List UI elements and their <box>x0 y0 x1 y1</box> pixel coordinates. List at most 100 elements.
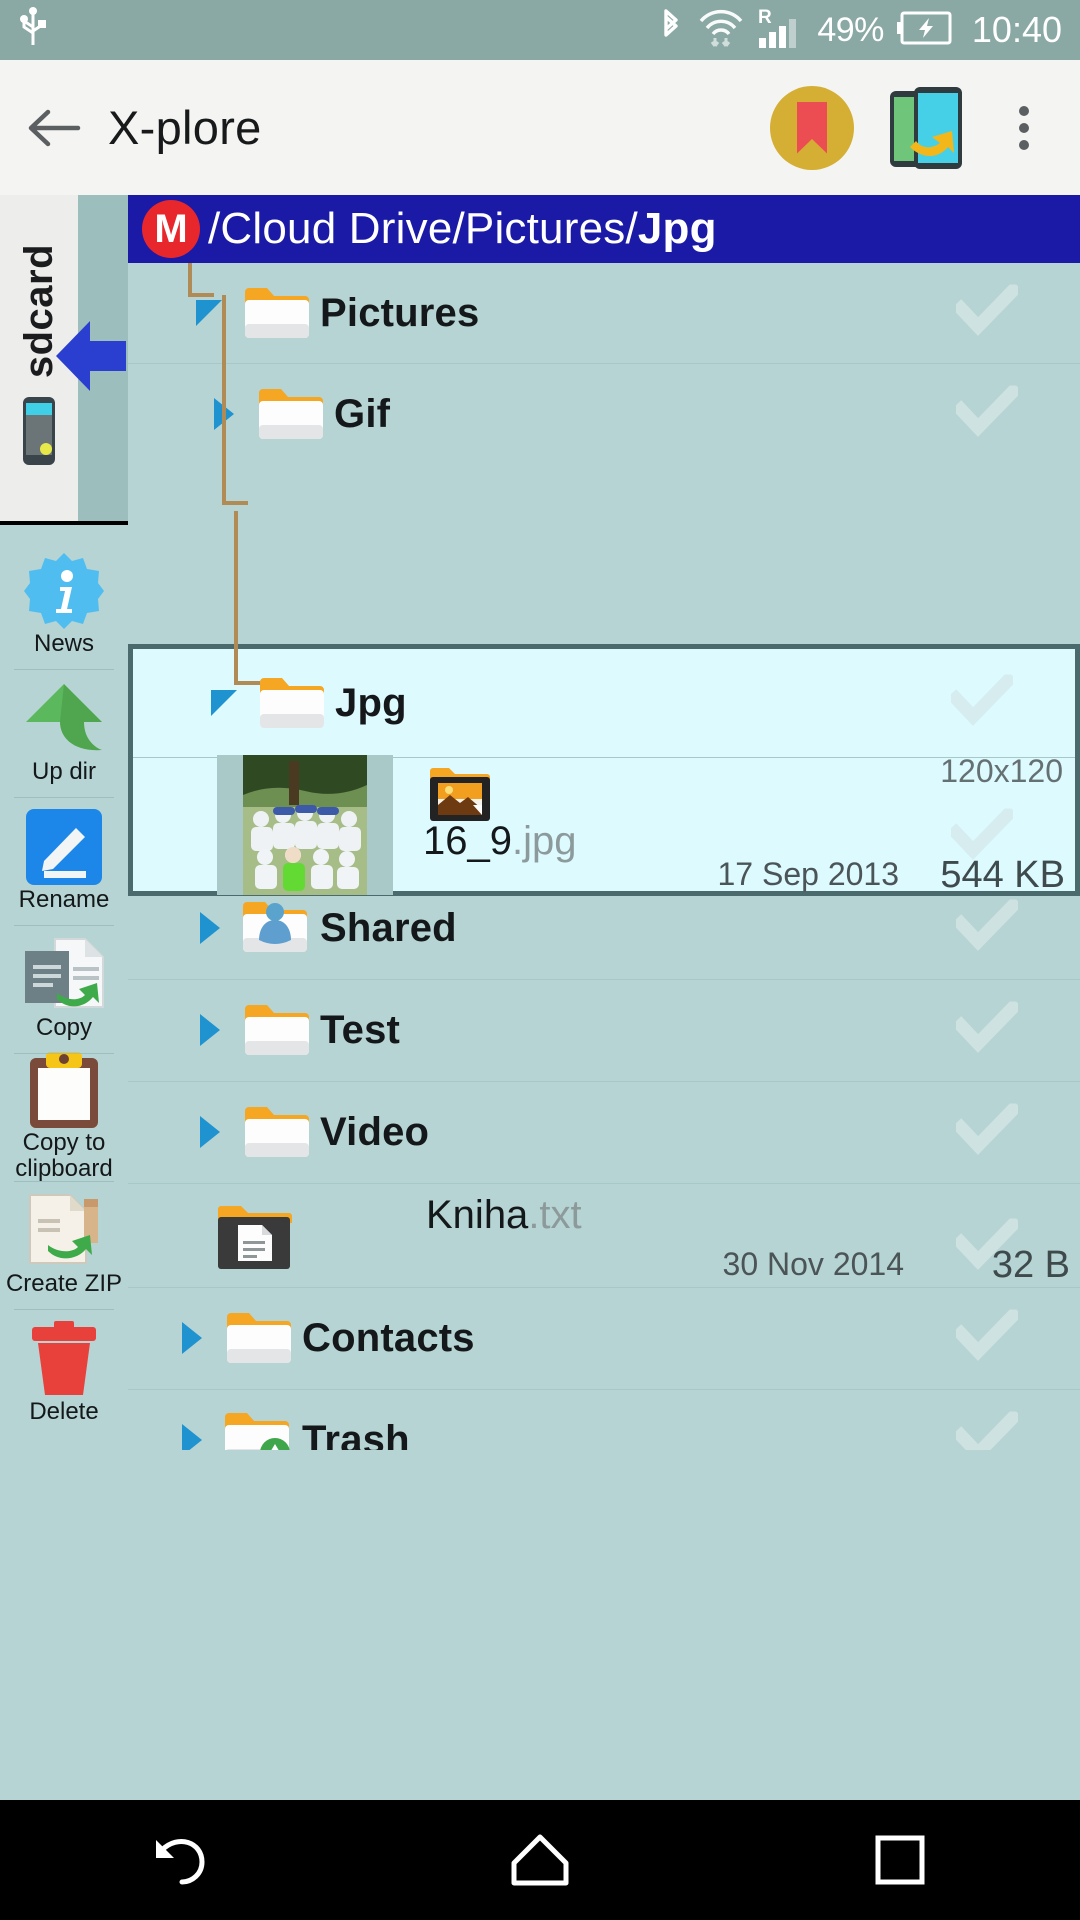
tool-news[interactable]: News <box>0 541 128 669</box>
list-item[interactable]: Gif <box>128 363 1080 465</box>
tool-label: Create ZIP <box>5 1270 123 1297</box>
list-item-label: Test <box>320 1007 401 1052</box>
expand-triangle-icon[interactable] <box>184 1111 234 1153</box>
cellular-signal-icon: R <box>758 6 804 55</box>
app-screen: R 49% 10:40 X-plore sdcard News Up dir R… <box>0 0 1080 1920</box>
list-item[interactable]: Contacts <box>128 1287 1080 1389</box>
bluetooth-icon <box>658 7 684 54</box>
tool-copy-to-clipboard[interactable]: Copy to clipboard <box>0 1052 128 1182</box>
blue-left-arrow-icon <box>56 313 126 399</box>
nav-back-icon <box>156 1839 205 1885</box>
expand-triangle-icon[interactable] <box>184 907 234 949</box>
checkmark-icon[interactable] <box>951 1100 1023 1161</box>
tool-delete[interactable]: Delete <box>0 1309 128 1437</box>
tool-label: Copy to clipboard <box>15 1129 113 1182</box>
clipboard-icon <box>28 1052 100 1128</box>
list-item[interactable]: Test <box>128 979 1080 1081</box>
back-arrow-icon <box>28 109 81 146</box>
breadcrumb-prefix: /Cloud Drive/Pictures/ <box>208 204 638 253</box>
svg-text:R: R <box>758 7 772 28</box>
folder-icon <box>248 385 334 443</box>
checkmark-icon[interactable] <box>951 382 1023 443</box>
list-item[interactable]: 16_9.jpg 120x120 17 Sep 2013 544 KB <box>133 753 1075 896</box>
tool-sidebar: News Up dir Rename Copy Copy to clipboar… <box>0 529 128 1450</box>
wifi-icon <box>697 7 745 54</box>
nav-back-button[interactable] <box>120 1800 240 1920</box>
file-size-label: 32 B <box>991 1244 1070 1286</box>
folder-icon <box>216 1309 302 1367</box>
list-item[interactable]: Video <box>128 1081 1080 1183</box>
file-basename: 16_9 <box>423 819 512 863</box>
app-bar: X-plore <box>0 60 1080 195</box>
text-file-icon <box>216 1197 292 1273</box>
expand-triangle-icon[interactable] <box>184 1009 234 1051</box>
group-photo-thumb <box>243 755 367 895</box>
expand-triangle-icon[interactable] <box>166 1419 216 1450</box>
list-item-label: Shared <box>320 905 457 950</box>
list-item[interactable]: Pictures <box>128 263 1080 363</box>
battery-charging-icon <box>896 11 953 50</box>
clock-label: 10:40 <box>971 9 1062 50</box>
checkmark-icon[interactable] <box>951 1306 1023 1367</box>
tool-label: Up dir <box>31 758 97 785</box>
tool-up-dir[interactable]: Up dir <box>0 669 128 797</box>
folder-icon <box>234 1103 320 1161</box>
list-item-label: Pictures <box>320 290 480 335</box>
file-basename: Kniha <box>426 1193 529 1237</box>
status-bar: R 49% 10:40 <box>0 0 1080 60</box>
left-pane: sdcard News Up dir Rename Copy Copy to c… <box>0 195 128 1450</box>
tool-copy[interactable]: Copy <box>0 925 128 1053</box>
breadcrumb: /Cloud Drive/Pictures/Jpg <box>208 204 717 254</box>
list-item[interactable]: Jpg <box>133 649 1075 757</box>
file-extension: .jpg <box>511 819 577 863</box>
list-item[interactable]: Kniha.txt 30 Nov 2014 32 B <box>128 1183 1080 1287</box>
path-bar[interactable]: M /Cloud Drive/Pictures/Jpg <box>128 195 1080 263</box>
breadcrumb-current: Jpg <box>637 204 717 253</box>
file-date-label: 30 Nov 2014 <box>722 1246 904 1282</box>
list-item-label: Gif <box>334 391 391 436</box>
sdcard-tab-label: sdcard <box>16 244 61 379</box>
nav-recents-icon <box>875 1835 925 1885</box>
trash-bin-icon <box>28 1321 100 1397</box>
back-button[interactable] <box>0 105 108 151</box>
checkmark-icon[interactable] <box>951 1408 1023 1450</box>
overflow-menu-icon[interactable] <box>994 105 1054 150</box>
list-item-label: Jpg <box>335 680 407 725</box>
checkmark-icon[interactable] <box>951 281 1023 342</box>
system-nav-bar <box>0 1800 1080 1920</box>
file-name-label: 16_9.jpg <box>423 819 576 864</box>
phone-icon <box>21 395 57 472</box>
device-transfer-icon[interactable] <box>888 85 962 171</box>
file-dimensions-label: 120x120 <box>940 753 1063 789</box>
folder-icon <box>234 1001 320 1059</box>
list-item-label: Video <box>320 1109 430 1154</box>
checkmark-icon[interactable] <box>951 896 1023 957</box>
page-title: X-plore <box>108 101 262 154</box>
mega-logo-letter: M <box>154 207 188 251</box>
file-list-pane: M /Cloud Drive/Pictures/Jpg Pictures Gif… <box>128 195 1080 1450</box>
nav-recents-button[interactable] <box>840 1800 960 1920</box>
tool-create-zip[interactable]: Create ZIP <box>0 1181 128 1309</box>
file-date-label: 17 Sep 2013 <box>717 856 900 892</box>
expand-triangle-icon[interactable] <box>198 393 248 435</box>
expand-triangle-icon[interactable] <box>166 1317 216 1359</box>
zip-archive-icon <box>24 1193 104 1269</box>
bookmark-icon[interactable] <box>770 85 854 170</box>
collapse-triangle-icon[interactable] <box>184 292 234 334</box>
checkmark-icon[interactable] <box>951 998 1023 1059</box>
list-item-label: Trash <box>302 1417 410 1451</box>
list-item[interactable]: Trash <box>128 1389 1080 1450</box>
tool-label: Rename <box>18 886 110 913</box>
selected-group: Jpg 16_9.jpg 120x120 17 Sep 2013 544 KB <box>128 644 1080 896</box>
copy-documents-icon <box>23 937 105 1013</box>
tool-rename[interactable]: Rename <box>0 797 128 925</box>
nav-home-button[interactable] <box>480 1800 600 1920</box>
pencil-edit-icon <box>26 809 102 885</box>
file-name-label: Kniha.txt <box>426 1193 582 1238</box>
trash-folder-icon <box>216 1409 302 1450</box>
info-badge-icon <box>24 553 104 629</box>
green-up-arrow-icon <box>22 681 106 757</box>
collapse-triangle-icon[interactable] <box>199 682 249 724</box>
file-size-label: 544 KB <box>940 854 1065 896</box>
checkmark-icon[interactable] <box>946 671 1018 732</box>
